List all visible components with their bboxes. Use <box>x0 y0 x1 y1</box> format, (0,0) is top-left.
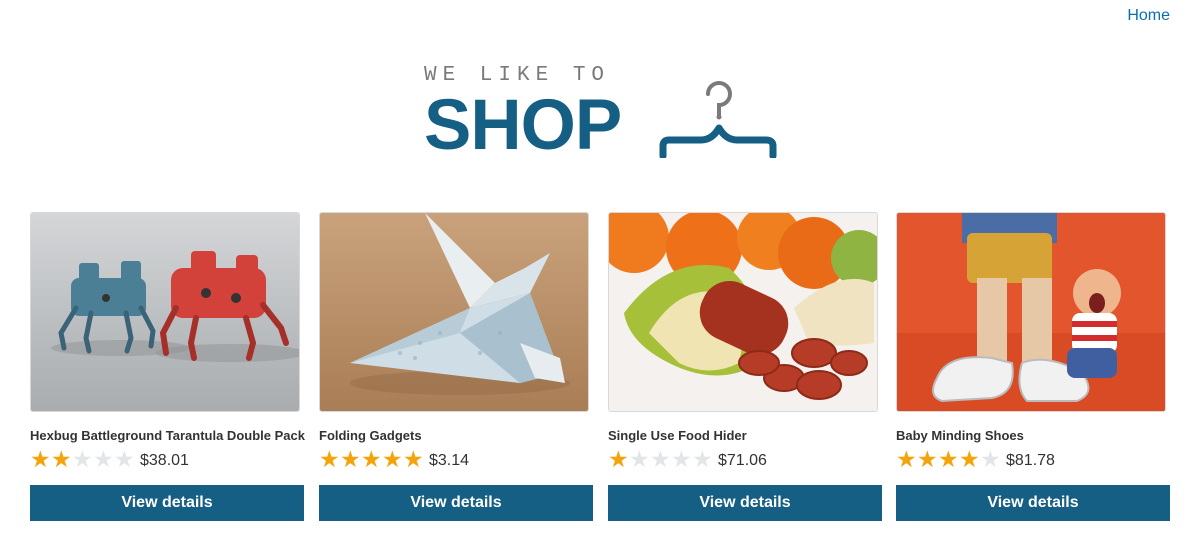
star-icon: ★ <box>114 446 135 472</box>
star-icon: ★ <box>51 446 72 472</box>
product-image-banana-sausage[interactable] <box>608 212 878 412</box>
star-icon: ★ <box>650 446 671 472</box>
product-card: Hexbug Battleground Tarantula Double Pac… <box>30 212 305 521</box>
star-icon: ★ <box>629 446 650 472</box>
hanger-icon <box>659 81 777 158</box>
star-icon: ★ <box>319 446 340 472</box>
home-link[interactable]: Home <box>1127 7 1170 25</box>
logo-tagline: WE LIKE TO <box>424 64 611 87</box>
star-icon: ★ <box>917 446 938 472</box>
product-card: Baby Minding Shoes ★ ★ ★ ★ ★ $81.78 View… <box>896 212 1170 521</box>
star-rating: ★ ★ ★ ★ ★ $81.78 <box>896 447 1055 471</box>
star-icon: ★ <box>938 446 959 472</box>
star-icon: ★ <box>671 446 692 472</box>
view-details-button[interactable]: View details <box>896 485 1170 521</box>
star-icon: ★ <box>30 446 51 472</box>
view-details-button[interactable]: View details <box>608 485 882 521</box>
star-icon: ★ <box>403 446 424 472</box>
star-icon: ★ <box>72 446 93 472</box>
star-icon: ★ <box>93 446 114 472</box>
view-details-button[interactable]: View details <box>30 485 304 521</box>
product-name[interactable]: Single Use Food Hider <box>608 428 747 443</box>
product-card: Single Use Food Hider ★ ★ ★ ★ ★ $71.06 V… <box>608 212 882 521</box>
star-icon: ★ <box>340 446 361 472</box>
product-image-toy-figure-shoes[interactable] <box>896 212 1166 412</box>
star-icon: ★ <box>361 446 382 472</box>
star-icon: ★ <box>896 446 917 472</box>
product-name[interactable]: Folding Gadgets <box>319 428 422 443</box>
product-price: $3.14 <box>429 451 470 469</box>
star-icon: ★ <box>692 446 713 472</box>
product-card: Folding Gadgets ★ ★ ★ ★ ★ $3.14 View det… <box>319 212 593 521</box>
product-image-origami-bird[interactable] <box>319 212 589 412</box>
product-name[interactable]: Baby Minding Shoes <box>896 428 1024 443</box>
product-price: $81.78 <box>1006 451 1055 469</box>
product-price: $71.06 <box>718 451 767 469</box>
star-icon: ★ <box>980 446 1001 472</box>
star-icon: ★ <box>382 446 403 472</box>
star-rating: ★ ★ ★ ★ ★ $38.01 <box>30 447 189 471</box>
logo-wordmark: SHOP <box>424 86 622 165</box>
view-details-button[interactable]: View details <box>319 485 593 521</box>
product-grid: Hexbug Battleground Tarantula Double Pac… <box>30 212 1171 522</box>
star-icon: ★ <box>608 446 629 472</box>
shop-logo: WE LIKE TO SHOP <box>424 64 784 164</box>
product-price: $38.01 <box>140 451 189 469</box>
star-rating: ★ ★ ★ ★ ★ $71.06 <box>608 447 767 471</box>
star-icon: ★ <box>959 446 980 472</box>
star-rating: ★ ★ ★ ★ ★ $3.14 <box>319 447 469 471</box>
product-name[interactable]: Hexbug Battleground Tarantula Double Pac… <box>30 428 305 443</box>
product-image-robot-spiders[interactable] <box>30 212 300 412</box>
